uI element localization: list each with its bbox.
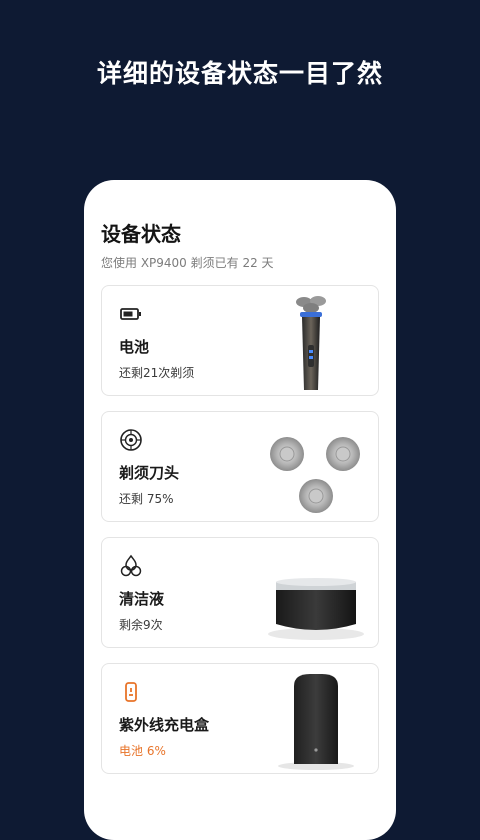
battery-icon: [119, 302, 143, 326]
usage-subtitle: 您使用 XP9400 剃须已有 22 天: [101, 256, 274, 270]
uv-case-icon: [119, 680, 143, 704]
uv-case-card[interactable]: 紫外线充电盒 电池 6%: [101, 663, 379, 774]
page-title: 设备状态: [101, 222, 181, 246]
uv-case-image: [260, 668, 372, 771]
uv-case-status: 电池 6%: [119, 744, 166, 758]
device-status-screen: 设备状态 您使用 XP9400 剃须已有 22 天 电池 还剩21次剃须 剃须刀…: [84, 180, 396, 840]
battery-status: 还剩21次剃须: [119, 366, 195, 380]
blade-label: 剃须刀头: [119, 464, 180, 482]
battery-card[interactable]: 电池 还剩21次剃须: [101, 285, 379, 396]
cleaning-fluid-label: 清洁液: [119, 590, 165, 608]
uv-case-label: 紫外线充电盒: [119, 716, 210, 734]
cleaning-fluid-status: 剩余9次: [119, 618, 163, 632]
blade-status: 还剩 75%: [119, 492, 174, 506]
blade-card[interactable]: 剃须刀头 还剩 75%: [101, 411, 379, 522]
blade-icon: [119, 428, 143, 452]
cleaning-fluid-icon: [119, 554, 143, 578]
shaver-image: [260, 290, 372, 393]
shaving-heads-image: [260, 416, 372, 519]
promo-headline: 详细的设备状态一目了然: [96, 59, 383, 88]
cleaning-cartridge-image: [260, 542, 372, 645]
cleaning-fluid-card[interactable]: 清洁液 剩余9次: [101, 537, 379, 648]
battery-label: 电池: [119, 338, 150, 356]
